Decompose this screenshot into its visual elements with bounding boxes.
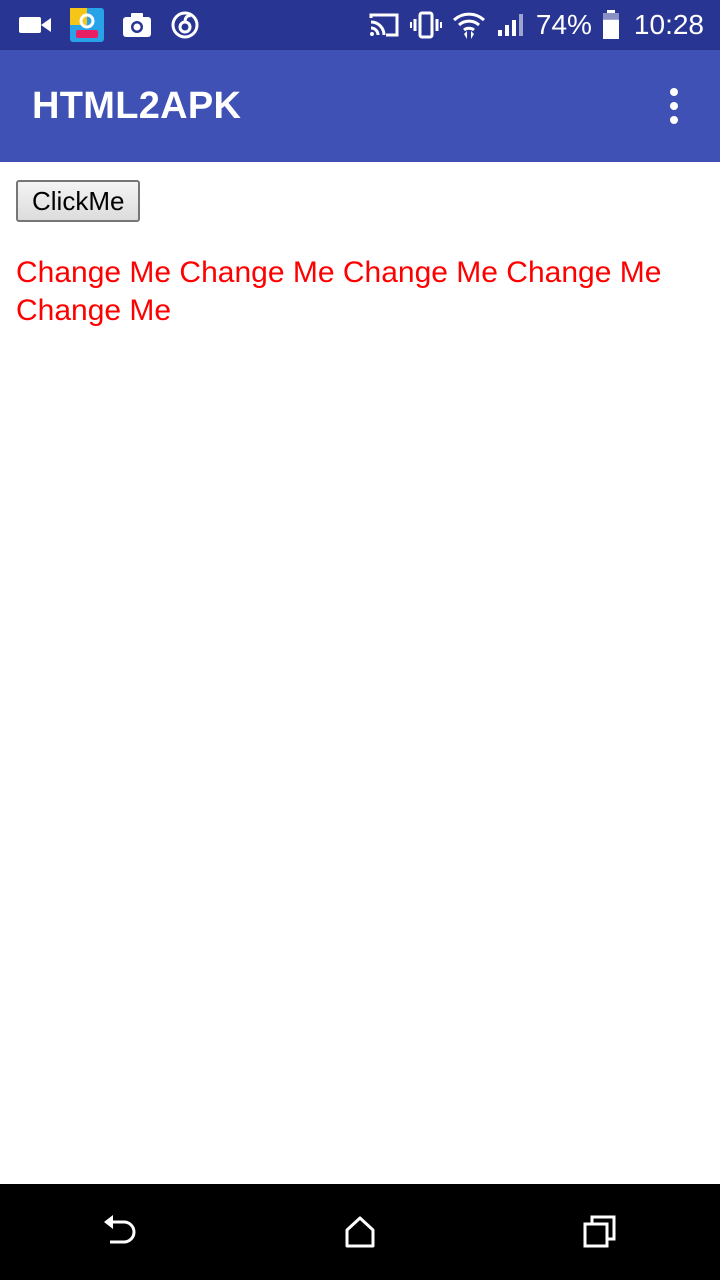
music-app-icon xyxy=(170,10,200,40)
status-bar: 74% 10:28 xyxy=(0,0,720,50)
webview-content: ClickMe Change Me Change Me Change Me Ch… xyxy=(0,162,720,1184)
signal-icon xyxy=(496,12,526,38)
clock: 10:28 xyxy=(633,9,704,40)
home-icon xyxy=(345,1216,375,1248)
app-toolbar: HTML2APK xyxy=(0,50,720,162)
system-status: 74% 10:28 xyxy=(368,10,720,40)
click-me-button[interactable]: ClickMe xyxy=(16,180,141,222)
back-button[interactable] xyxy=(72,1184,168,1280)
vibrate-icon xyxy=(409,11,442,39)
battery-icon xyxy=(602,10,620,40)
more-vert-icon[interactable] xyxy=(658,78,690,134)
back-icon xyxy=(104,1215,136,1244)
camera-icon xyxy=(122,12,152,38)
navigation-bar xyxy=(0,1184,720,1280)
recents-icon xyxy=(583,1215,616,1248)
cast-icon xyxy=(368,12,400,38)
wifi-icon xyxy=(452,10,486,40)
home-button[interactable] xyxy=(312,1184,408,1280)
gallery-app-icon xyxy=(70,8,104,42)
app-title: HTML2APK xyxy=(32,84,242,127)
notification-icons xyxy=(0,8,200,42)
battery-percent: 74% xyxy=(535,9,592,40)
change-me-text: Change Me Change Me Change Me Change Me … xyxy=(16,256,662,327)
video-camera-icon xyxy=(18,14,52,36)
recents-button[interactable] xyxy=(552,1184,648,1280)
